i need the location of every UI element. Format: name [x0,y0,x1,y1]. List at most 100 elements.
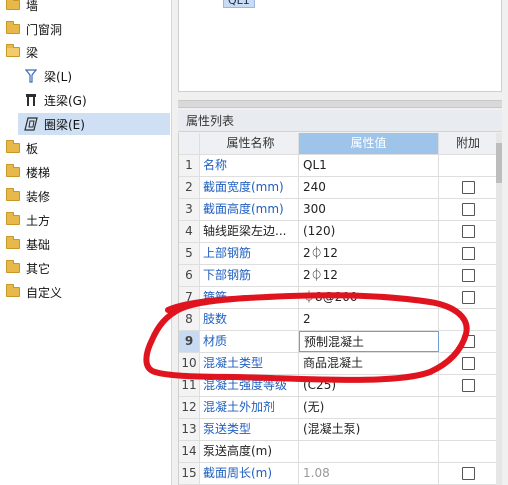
header-name[interactable]: 属性名称 [200,133,299,154]
property-name: 泵送高度(m) [200,441,299,462]
property-add-cell [439,309,497,330]
property-add-cell [439,419,497,440]
row-index: 15 [179,463,200,484]
add-checkbox[interactable] [461,181,475,194]
folder-icon [6,188,20,201]
add-checkbox[interactable] [461,467,475,480]
property-name: 箍筋 [200,287,299,308]
add-checkbox[interactable] [461,291,475,304]
property-row[interactable]: 10 混凝土类型 商品混凝土 [179,353,497,375]
property-list-title: 属性列表 [178,110,502,132]
add-checkbox[interactable] [461,357,475,370]
tree-item-label: 其它 [26,261,51,276]
property-value[interactable] [299,441,439,462]
property-value[interactable]: (120) [299,221,439,242]
tree-item-custom[interactable]: 自定义 [6,281,62,303]
property-value[interactable]: 预制混凝土 [299,331,439,352]
property-add-cell [439,397,497,418]
property-value[interactable]: 300 [299,199,439,220]
property-row[interactable]: 9 材质 预制混凝土 [179,331,497,353]
row-index: 8 [179,309,200,330]
add-checkbox[interactable] [461,269,475,282]
property-value[interactable]: (C25) [299,375,439,396]
folder-icon [6,212,20,225]
add-checkbox[interactable] [461,225,475,238]
add-checkbox[interactable] [461,203,475,216]
tree-item-label: 连梁(G) [44,93,87,108]
tree-item-label: 板 [26,141,39,156]
property-add-cell [439,331,497,352]
tree-item-label: 装修 [26,189,51,204]
property-add-cell [439,177,497,198]
coupling-beam-icon [24,93,38,107]
tree-item-foundation[interactable]: 基础 [6,233,50,255]
property-value[interactable]: (混凝土泵) [299,419,439,440]
property-add-cell [439,353,497,374]
property-row[interactable]: 3 截面高度(mm) 300 [179,199,497,221]
row-index: 10 [179,353,200,374]
folder-icon [6,140,20,153]
property-row[interactable]: 5 上部钢筋 2⏀12 [179,243,497,265]
property-name: 下部钢筋 [200,265,299,286]
add-checkbox[interactable] [461,379,475,392]
property-add-cell [439,287,497,308]
property-row[interactable]: 7 箍筋 ⏀8@200 [179,287,497,309]
property-row[interactable]: 15 截面周长(m) 1.08 [179,463,497,485]
property-row[interactable]: 14 泵送高度(m) [179,441,497,463]
property-value[interactable]: 商品混凝土 [299,353,439,374]
property-row[interactable]: 8 肢数 2 [179,309,497,331]
tree-item-wall[interactable]: 墙 [6,0,38,16]
property-name: 上部钢筋 [200,243,299,264]
tree-item-door-window-opening[interactable]: 门窗洞 [6,18,62,40]
header-value[interactable]: 属性值 [299,133,439,154]
row-index: 12 [179,397,200,418]
property-row[interactable]: 11 混凝土强度等级 (C25) [179,375,497,397]
add-checkbox[interactable] [461,335,475,348]
tree-item-decoration[interactable]: 装修 [6,185,50,207]
property-value[interactable]: QL1 [299,155,439,176]
property-row[interactable]: 4 轴线距梁左边... (120) [179,221,497,243]
row-index: 5 [179,243,200,264]
property-name: 轴线距梁左边... [200,221,299,242]
add-checkbox[interactable] [461,247,475,260]
vertical-scrollbar[interactable] [496,133,502,485]
property-name: 肢数 [200,309,299,330]
component-preview: QL1 [178,0,502,92]
property-value[interactable]: 1.08 [299,463,439,484]
open-folder-icon [6,44,20,57]
property-row[interactable]: 6 下部钢筋 2⏀12 [179,265,497,287]
tree-item-stairs[interactable]: 楼梯 [6,161,50,183]
property-add-cell [439,375,497,396]
property-add-cell [439,155,497,176]
panel-splitter[interactable] [178,100,502,108]
property-row[interactable]: 1 名称 QL1 [179,155,497,177]
tree-item-earthwork[interactable]: 土方 [6,209,50,231]
property-value[interactable]: 2⏀12 [299,265,439,286]
row-index: 9 [179,331,200,352]
property-value[interactable]: (无) [299,397,439,418]
header-add[interactable]: 附加 [439,133,497,154]
property-value[interactable]: 2⏀12 [299,243,439,264]
right-panel: QL1 属性列表 属性名称 属性值 附加 1 名称 QL1 2 截面宽度(mm) 240 3… [172,0,508,485]
property-value[interactable]: 2 [299,309,439,330]
row-index: 4 [179,221,200,242]
tree-item-ring-beam[interactable]: 圈梁(E) [18,113,170,135]
tree-item-slab[interactable]: 板 [6,137,38,159]
preview-component-tag[interactable]: QL1 [223,0,255,8]
tree-item-coupling-beam[interactable]: 连梁(G) [24,89,87,111]
property-name: 截面高度(mm) [200,199,299,220]
tree-item-label: 梁 [26,45,39,60]
property-row[interactable]: 2 截面宽度(mm) 240 [179,177,497,199]
tree-item-other[interactable]: 其它 [6,257,50,279]
property-value[interactable]: 240 [299,177,439,198]
property-add-cell [439,463,497,484]
property-value[interactable]: ⏀8@200 [299,287,439,308]
header-index-cell [179,133,200,154]
folder-icon [6,236,20,249]
property-row[interactable]: 12 混凝土外加剂 (无) [179,397,497,419]
tree-item-beam[interactable]: 梁(L) [24,65,72,87]
property-add-cell [439,265,497,286]
tree-item-beam-group[interactable]: 梁 [6,41,38,63]
scrollbar-thumb[interactable] [496,143,502,183]
property-row[interactable]: 13 泵送类型 (混凝土泵) [179,419,497,441]
